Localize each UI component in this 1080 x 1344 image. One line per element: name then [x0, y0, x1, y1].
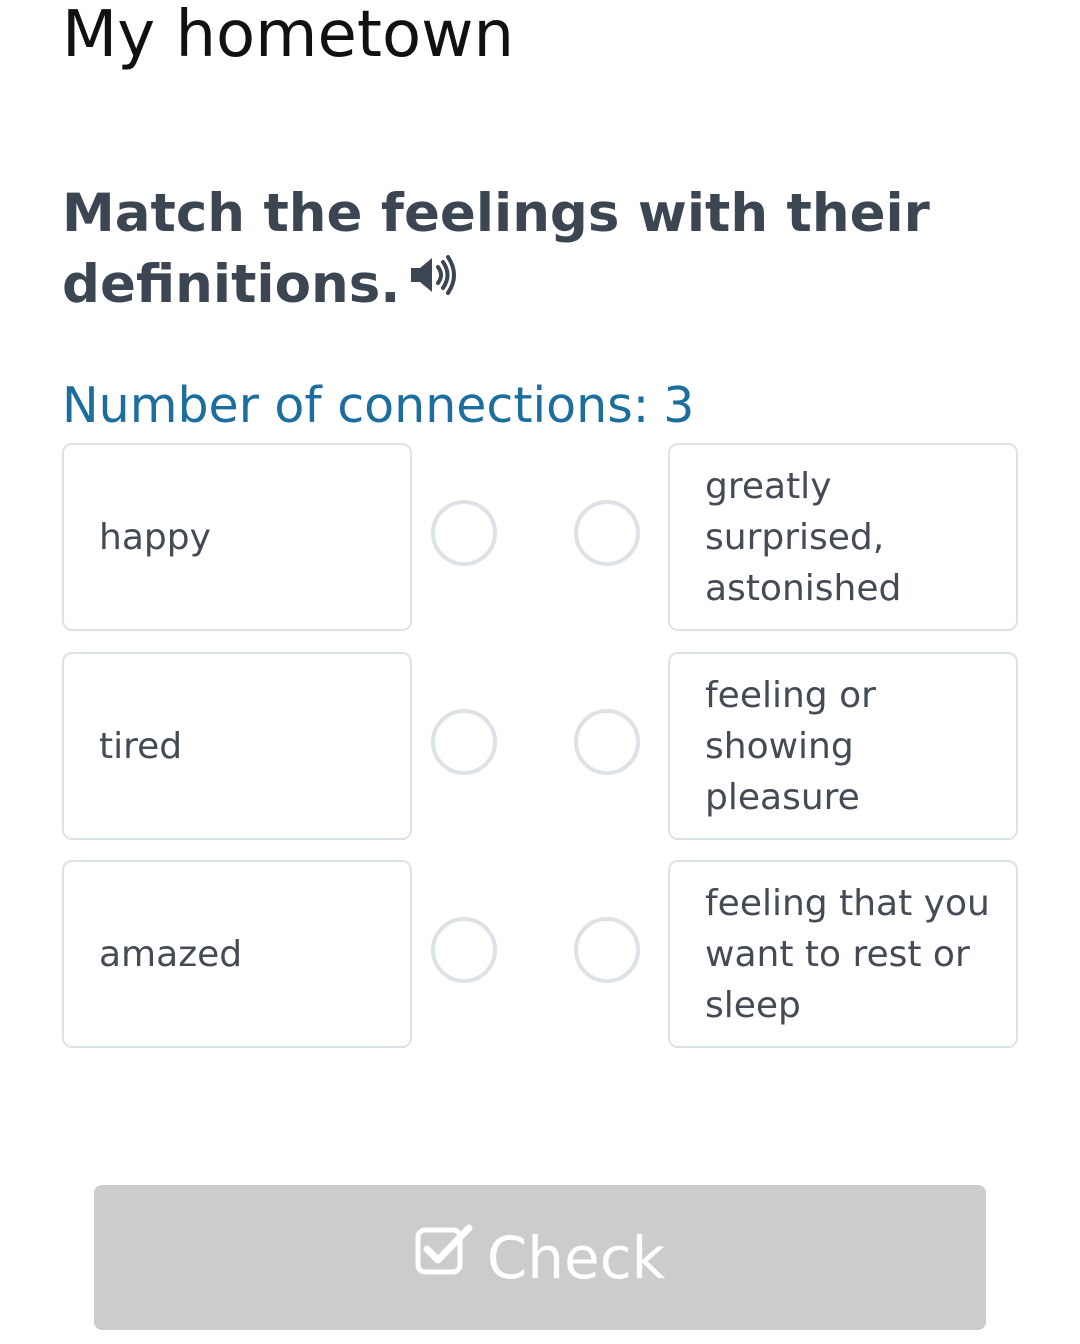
speaker-icon[interactable] — [408, 244, 460, 315]
definition-card-rest[interactable]: feeling that you want to rest or sleep — [668, 860, 1018, 1048]
check-label: Check — [486, 1223, 666, 1292]
definition-card-astonished[interactable]: greatly surprised, astonished — [668, 443, 1018, 631]
match-row: happy greatly surprised, astonished — [62, 443, 1018, 631]
connections-label: Number of connections: — [62, 377, 650, 434]
term-connector-dot[interactable] — [431, 500, 497, 566]
check-button[interactable]: Check — [94, 1185, 986, 1330]
definition-text: greatly surprised, astonished — [705, 465, 902, 609]
term-text: happy — [99, 516, 211, 558]
definition-connector-dot[interactable] — [574, 709, 640, 775]
match-row: amazed feeling that you want to rest or … — [62, 860, 1018, 1048]
term-card-amazed[interactable]: amazed — [62, 860, 412, 1048]
exercise-instruction: Match the feelings with their definition… — [62, 178, 942, 323]
definition-text: feeling that you want to rest or sleep — [705, 882, 990, 1026]
term-connector-dot[interactable] — [431, 917, 497, 983]
term-connector-dot[interactable] — [431, 709, 497, 775]
definition-card-pleasure[interactable]: feeling or showing pleasure — [668, 652, 1018, 840]
term-card-tired[interactable]: tired — [62, 652, 412, 840]
instruction-text: Match the feelings with their definition… — [62, 183, 930, 315]
connections-count: 3 — [663, 377, 695, 434]
term-text: tired — [99, 725, 183, 767]
definition-connector-dot[interactable] — [574, 500, 640, 566]
match-row: tired feeling or showing pleasure — [62, 652, 1018, 840]
definition-connector-dot[interactable] — [574, 917, 640, 983]
term-text: amazed — [99, 933, 243, 975]
connections-counter: Number of connections: 3 — [62, 372, 694, 440]
checkbox-check-icon — [415, 1221, 473, 1289]
page-title: My hometown — [62, 0, 515, 72]
definition-text: feeling or showing pleasure — [705, 674, 876, 818]
term-card-happy[interactable]: happy — [62, 443, 412, 631]
